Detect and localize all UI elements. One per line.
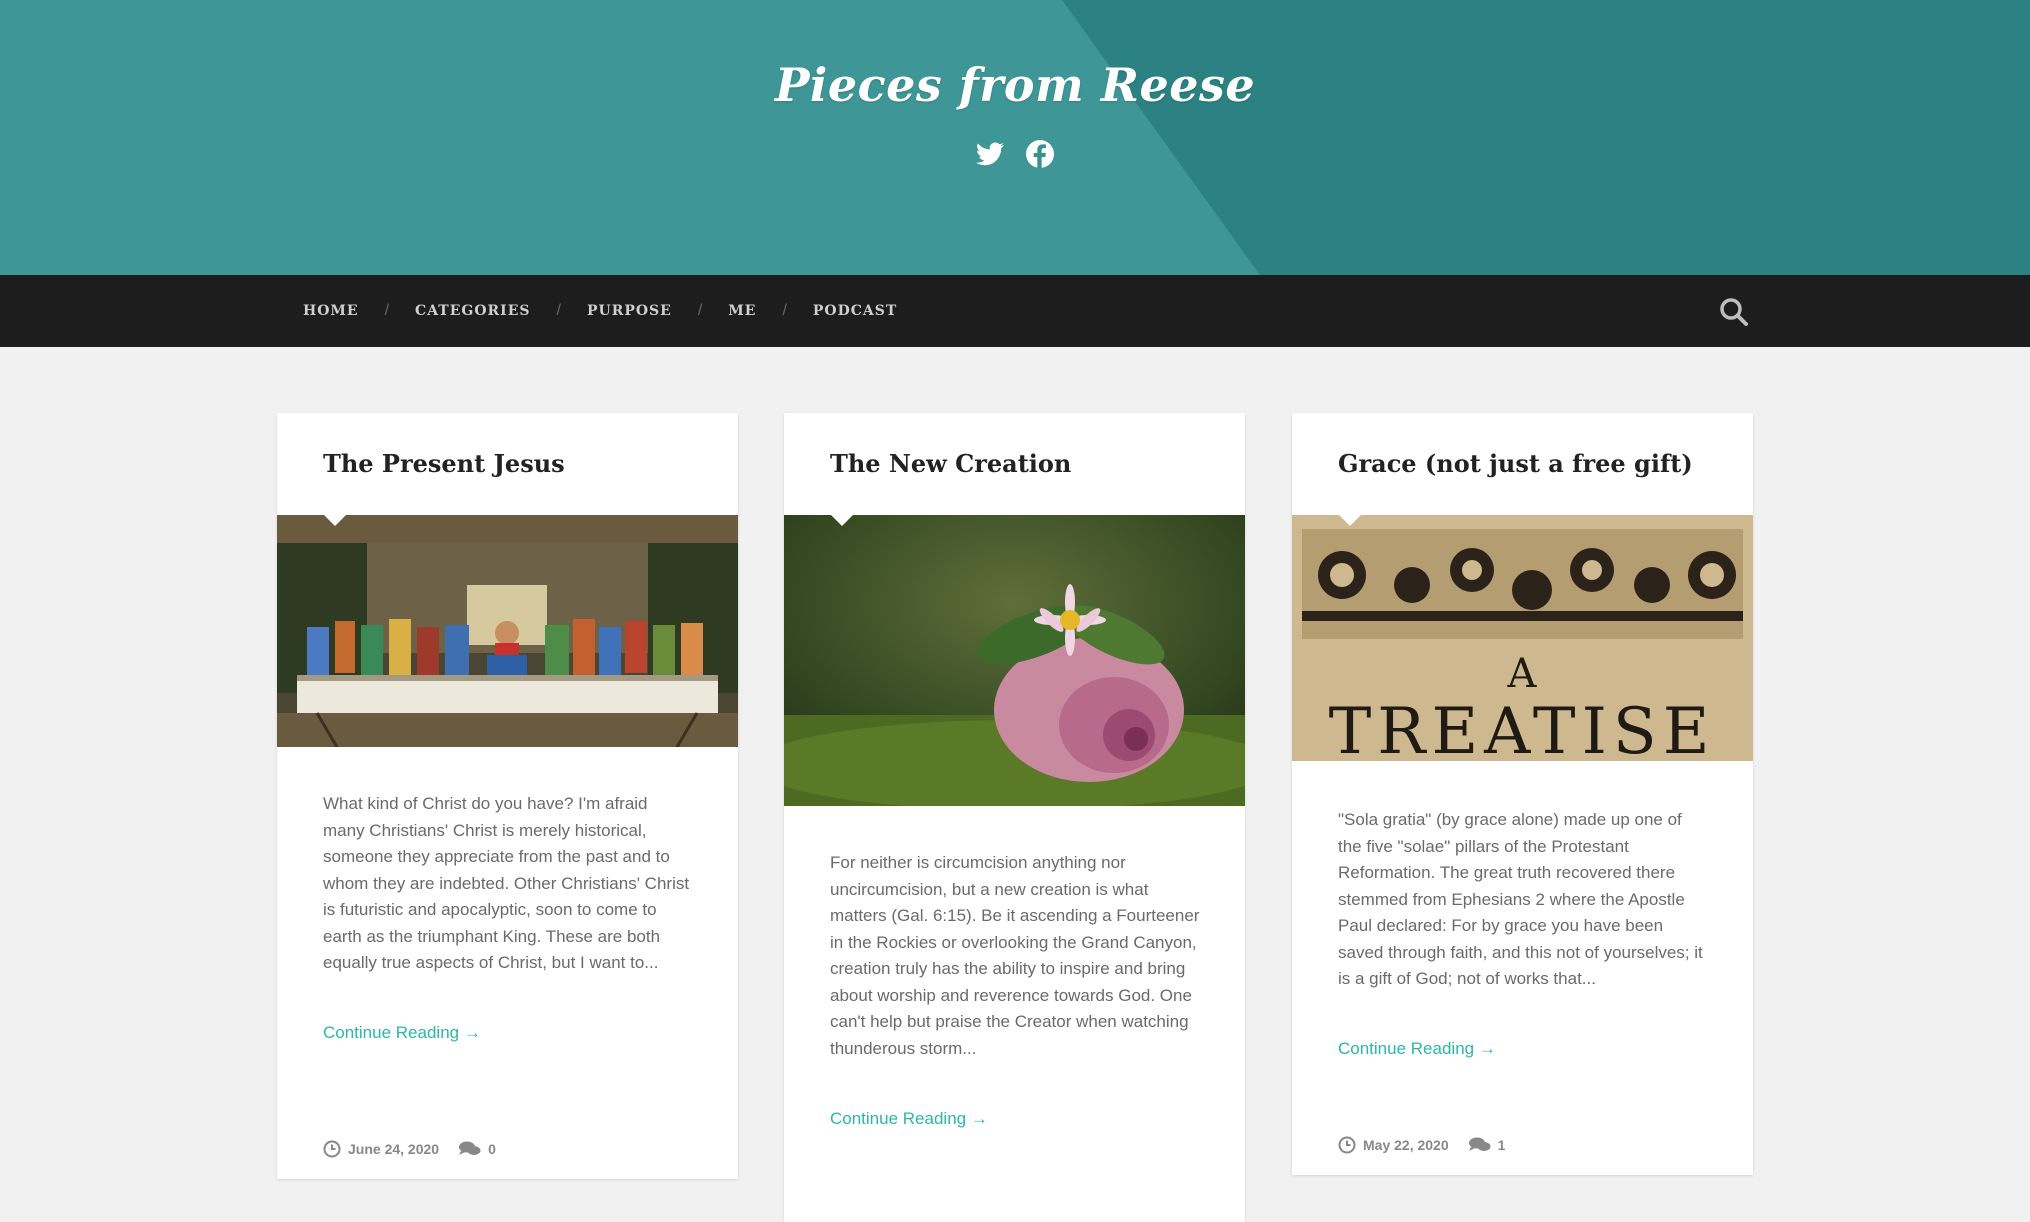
nav-me[interactable]: ME (728, 303, 756, 319)
post-meta: May 22, 2020 1 (1338, 1136, 1505, 1154)
treatise-word: TREATISE (1329, 695, 1716, 761)
thumbnail-notch (830, 515, 854, 526)
thumbnail-notch (323, 515, 347, 526)
comments-link[interactable]: 1 (1468, 1137, 1506, 1153)
post-date[interactable]: June 24, 2020 (348, 1141, 439, 1157)
post-title[interactable]: The New Creation (830, 449, 1071, 478)
post-excerpt: "Sola gratia" (by grace alone) made up o… (1338, 810, 1703, 988)
post-card: The Present Jesus What kind of Christ do… (277, 413, 738, 1179)
seashell-flower-image (784, 515, 1245, 806)
site-header: Pieces from Reese (0, 0, 2030, 275)
last-supper-image (277, 515, 738, 747)
twitter-icon[interactable] (974, 138, 1006, 170)
post-date[interactable]: May 22, 2020 (1363, 1137, 1449, 1153)
post-thumbnail-treatise[interactable]: A TREATISE (1292, 515, 1753, 761)
clock-icon (1338, 1136, 1356, 1154)
nav-categories[interactable]: CATEGORIES (415, 303, 530, 319)
comments-icon (459, 1141, 481, 1157)
clock-icon (323, 1140, 341, 1158)
nav-purpose[interactable]: PURPOSE (587, 303, 672, 319)
post-card: The New Creation For neither is circumci… (784, 413, 1245, 1222)
social-links (0, 138, 2030, 170)
continue-reading-link[interactable]: Continue Reading → (323, 1023, 481, 1043)
nav-separator: / (556, 302, 561, 319)
post-thumbnail-seashell-flower[interactable] (784, 515, 1245, 806)
thumbnail-notch (1338, 515, 1362, 526)
nav-home[interactable]: HOME (303, 303, 359, 319)
comment-count: 1 (1497, 1137, 1506, 1153)
site-title[interactable]: Pieces from Reese (0, 58, 2030, 112)
treatise-letter-a: A (1507, 651, 1538, 697)
comments-icon (1468, 1137, 1491, 1153)
treatise-image: A TREATISE (1292, 515, 1753, 761)
search-icon[interactable] (1718, 296, 1750, 328)
post-title[interactable]: The Present Jesus (323, 449, 565, 478)
nav-podcast[interactable]: PODCAST (813, 303, 897, 319)
post-excerpt: What kind of Christ do you have? I'm afr… (323, 794, 690, 972)
post-meta: June 24, 2020 0 (323, 1140, 496, 1158)
comment-count: 0 (488, 1141, 496, 1157)
comments-link[interactable]: 0 (459, 1141, 496, 1157)
post-card: Grace (not just a free gift) A TREATISE … (1292, 413, 1753, 1175)
continue-reading-link[interactable]: Continue Reading → (830, 1109, 988, 1129)
post-title[interactable]: Grace (not just a free gift) (1338, 449, 1693, 478)
nav-separator: / (697, 302, 703, 319)
continue-reading-link[interactable]: Continue Reading → (1338, 1039, 1496, 1059)
post-excerpt: For neither is circumcision anything nor… (830, 853, 1200, 1058)
nav-separator: / (782, 302, 787, 319)
post-thumbnail-last-supper[interactable] (277, 515, 738, 747)
facebook-icon[interactable] (1024, 138, 1056, 170)
nav-separator: / (384, 302, 390, 319)
